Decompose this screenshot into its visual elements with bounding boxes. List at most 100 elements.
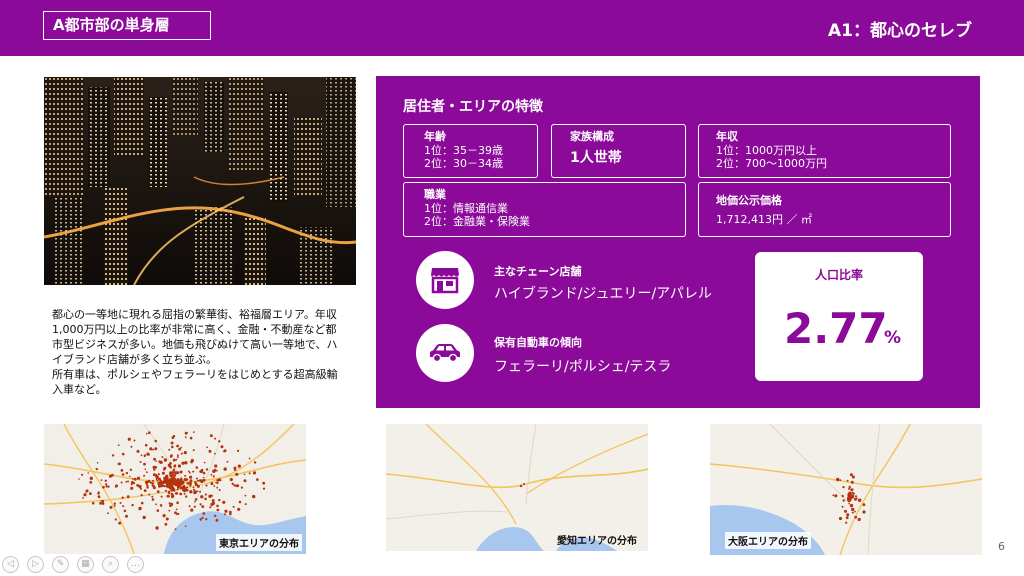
pen-icon[interactable]: ✎ <box>52 556 69 573</box>
distribution-dot <box>838 516 843 521</box>
distribution-dot <box>190 490 193 493</box>
distribution-dot <box>144 468 147 470</box>
aichi-distribution-map: 愛知エリアの分布 <box>386 424 648 551</box>
distribution-dot <box>841 505 844 508</box>
distribution-dot <box>143 454 146 457</box>
distribution-dot <box>213 468 217 472</box>
distribution-dot <box>211 501 215 505</box>
occupation-card: 職業 1位：情報通信業 2位：金融業・保険業 <box>403 182 686 237</box>
distribution-dot <box>853 497 857 501</box>
aichi-map-label: 愛知エリアの分布 <box>557 536 637 547</box>
distribution-dot <box>159 504 163 507</box>
distribution-dot <box>171 471 174 474</box>
distribution-dot <box>155 474 159 478</box>
distribution-dot <box>177 464 181 468</box>
distribution-dot <box>238 500 242 504</box>
distribution-dot <box>148 493 151 496</box>
chain-stores-label: 主なチェーン店舗 <box>494 265 582 278</box>
distribution-dot <box>113 505 116 507</box>
distribution-dot <box>854 495 858 498</box>
distribution-dot <box>165 517 169 521</box>
distribution-dot <box>237 507 241 511</box>
distribution-dot <box>262 487 266 490</box>
distribution-dot <box>168 472 171 475</box>
income-rank1: 1位：1000万円以上 <box>716 144 817 157</box>
distribution-dot <box>185 431 188 435</box>
age-label: 年齢 <box>424 130 446 143</box>
distribution-dot <box>117 462 120 465</box>
distribution-dot <box>138 506 142 511</box>
zoom-icon[interactable]: ⌕ <box>102 556 119 573</box>
distribution-dot <box>145 483 148 486</box>
distribution-dot <box>214 464 218 468</box>
distribution-dot <box>205 468 209 471</box>
distribution-dot <box>201 516 204 519</box>
more-options-icon[interactable]: … <box>127 556 144 573</box>
distribution-dot <box>192 488 196 491</box>
distribution-dot <box>229 477 233 482</box>
distribution-dot <box>168 502 171 505</box>
income-card: 年収 1位：1000万円以上 2位：700～1000万円 <box>698 124 951 178</box>
distribution-dot <box>183 486 187 490</box>
distribution-dot <box>199 469 203 474</box>
tokyo-map-label: 東京エリアの分布 <box>216 534 302 551</box>
distribution-dot <box>229 512 232 516</box>
next-slide-icon[interactable]: ▷ <box>27 556 44 573</box>
distribution-dot <box>174 528 177 530</box>
slides-grid-icon[interactable]: ▦ <box>77 556 94 573</box>
distribution-dot <box>151 484 153 487</box>
segment-title: A1：都心のセレブ <box>828 21 972 41</box>
slide-header: A都市部の単身層 A1：都心のセレブ <box>0 0 1024 56</box>
distribution-dot <box>237 449 240 452</box>
distribution-dot <box>218 499 220 502</box>
distribution-dot <box>144 443 148 447</box>
distribution-dot <box>252 471 257 475</box>
distribution-dot <box>156 479 159 482</box>
distribution-dot <box>102 485 105 489</box>
distribution-dot <box>846 479 849 482</box>
distribution-dot <box>214 437 217 440</box>
distribution-dot <box>854 515 858 519</box>
distribution-dot <box>189 479 193 482</box>
distribution-dot <box>159 478 161 480</box>
distribution-dot <box>201 505 205 508</box>
distribution-dot <box>202 512 206 515</box>
distribution-dot <box>844 509 847 513</box>
distribution-dot <box>152 479 154 482</box>
distribution-dot <box>176 456 179 458</box>
distribution-dot <box>163 458 168 462</box>
distribution-dot <box>89 476 93 480</box>
population-ratio-value: 2.77 <box>784 304 888 353</box>
population-ratio-card: 人口比率 2.77 % <box>755 252 923 381</box>
distribution-dot <box>152 486 156 490</box>
distribution-dot <box>119 502 122 504</box>
cars-label: 保有自動車の傾向 <box>494 336 582 349</box>
distribution-dot <box>192 470 195 473</box>
previous-slide-icon[interactable]: ◁ <box>2 556 19 573</box>
distribution-dot <box>848 502 850 505</box>
tokyo-distribution-map: 東京エリアの分布 <box>44 424 306 554</box>
distribution-dot <box>193 505 196 508</box>
distribution-dot <box>153 468 156 471</box>
distribution-dot <box>105 483 108 486</box>
distribution-dot <box>167 463 172 467</box>
distribution-dot <box>121 496 124 499</box>
distribution-dot <box>190 508 194 512</box>
distribution-dot <box>192 486 195 489</box>
distribution-dot <box>202 471 206 475</box>
distribution-dot <box>89 492 92 495</box>
distribution-dot <box>256 478 259 481</box>
distribution-dot <box>177 454 179 457</box>
distribution-dot <box>143 474 146 477</box>
distribution-dot <box>184 461 188 465</box>
distribution-dot <box>859 498 862 502</box>
distribution-dot <box>161 471 165 475</box>
distribution-dot <box>846 513 850 517</box>
distribution-dot <box>142 515 146 520</box>
distribution-dot <box>851 475 855 479</box>
income-rank2: 2位：700～1000万円 <box>716 157 827 170</box>
distribution-dot <box>107 485 110 488</box>
distribution-dot <box>244 503 247 506</box>
distribution-dot <box>209 506 212 509</box>
distribution-dot <box>842 499 845 502</box>
